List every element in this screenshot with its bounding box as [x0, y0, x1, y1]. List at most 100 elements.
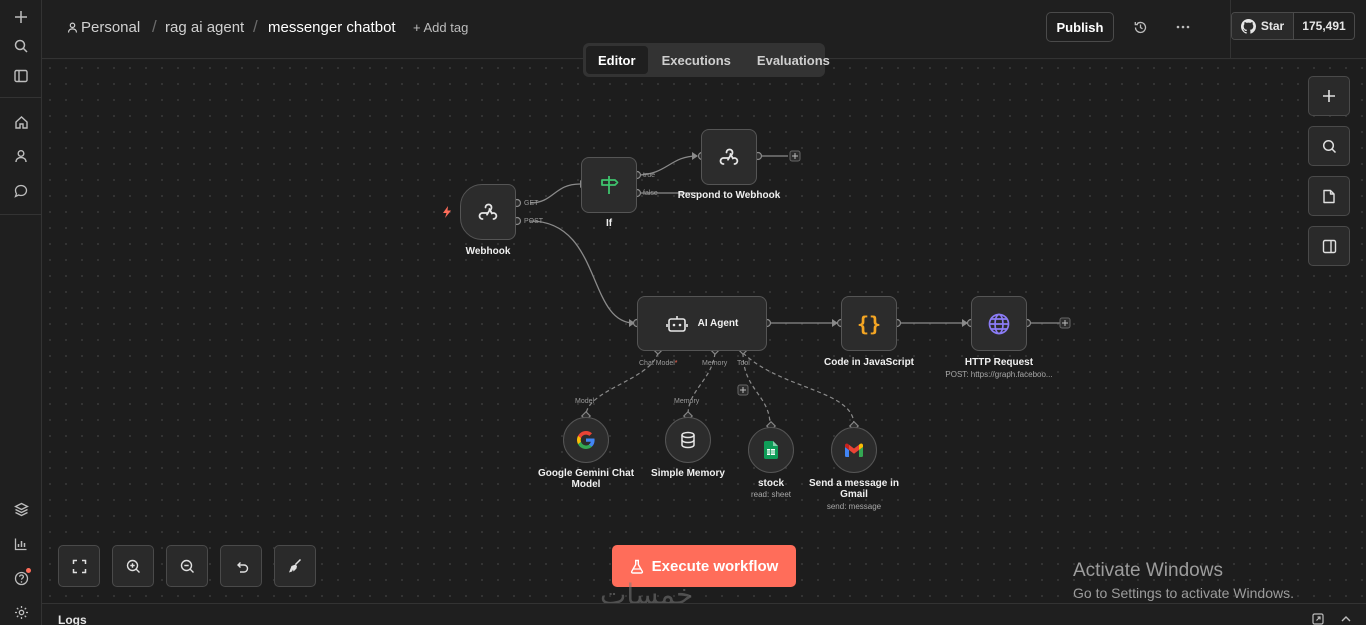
add-sticky-note-button[interactable]	[1308, 176, 1350, 216]
history-icon[interactable]	[1130, 17, 1150, 37]
add-tag-button[interactable]: + Add tag	[413, 20, 468, 35]
node-code-javascript[interactable]: {}	[841, 296, 897, 351]
user-icon[interactable]	[10, 145, 32, 167]
node-gmail-label: Send a message in Gmail	[808, 478, 900, 500]
node-ai-agent[interactable]: AI Agent	[637, 296, 767, 351]
insights-icon[interactable]	[10, 533, 32, 555]
node-http-request[interactable]	[971, 296, 1027, 351]
database-icon	[681, 431, 695, 449]
github-star-button[interactable]: Star	[1232, 13, 1294, 39]
breadcrumb-separator: /	[152, 17, 157, 36]
port-label-chat-model: Chat Model*	[639, 360, 678, 367]
view-tabs: Editor Executions Evaluations	[583, 43, 830, 77]
node-memory-label: Simple Memory	[651, 468, 725, 479]
node-gmail[interactable]	[831, 427, 877, 473]
zoom-out-button[interactable]	[166, 545, 208, 587]
divider	[0, 97, 42, 98]
node-http-label: HTTP Request	[964, 357, 1034, 368]
broom-icon	[289, 558, 302, 573]
signpost-icon	[601, 176, 619, 194]
zoom-in-button[interactable]	[112, 545, 154, 587]
sidebar-toggle-icon[interactable]	[10, 65, 32, 87]
home-icon[interactable]	[10, 111, 32, 133]
workflow-name[interactable]: messenger chatbot	[268, 19, 396, 36]
gmail-icon	[845, 443, 863, 457]
left-sidebar	[0, 0, 42, 625]
more-options-icon[interactable]	[1173, 17, 1193, 37]
publish-button[interactable]: Publish	[1046, 12, 1114, 42]
node-ai-agent-label: AI Agent	[697, 318, 739, 329]
zoom-out-icon	[180, 559, 194, 573]
port-label-model: Model	[575, 398, 595, 405]
add-node-button[interactable]	[1308, 76, 1350, 116]
chevron-up-icon[interactable]	[1340, 615, 1352, 623]
execute-workflow-label: Execute workflow	[651, 557, 779, 575]
trigger-bolt-icon	[443, 206, 451, 218]
fit-view-icon	[72, 559, 86, 573]
chat-icon[interactable]	[10, 180, 32, 202]
breadcrumb-label: Personal	[81, 19, 141, 36]
port-label-true: true	[643, 172, 656, 179]
node-webhook[interactable]	[460, 184, 516, 240]
breadcrumb-separator: /	[253, 17, 258, 36]
github-star-count: 175,491	[1302, 19, 1346, 33]
github-star-label: Star	[1260, 19, 1285, 33]
robot-icon	[665, 315, 688, 332]
node-respond-to-webhook[interactable]	[701, 129, 757, 185]
google-icon	[577, 431, 595, 449]
node-stock-sheets[interactable]	[748, 427, 794, 473]
port-label-get: GET	[524, 200, 539, 207]
globe-icon	[988, 313, 1010, 334]
node-simple-memory[interactable]	[665, 417, 711, 463]
port-label-memory: Memory	[702, 360, 728, 367]
node-if-label: If	[605, 218, 613, 229]
workflow-canvas[interactable]: Editor Executions Evaluations GET POST W…	[42, 43, 1366, 603]
node-respond-label: Respond to Webhook	[677, 190, 781, 201]
node-http-subtitle: POST: https://graph.faceboo...	[945, 370, 1053, 379]
github-star-widget[interactable]: Star 175,491	[1231, 12, 1355, 40]
sticky-note-icon	[1323, 189, 1335, 203]
activate-windows-subtitle: Go to Settings to activate Windows.	[1073, 585, 1294, 601]
logs-title: Logs	[58, 613, 87, 625]
activate-windows-title: Activate Windows	[1073, 560, 1223, 581]
node-webhook-label: Webhook	[465, 246, 511, 257]
panel-right-icon	[1322, 239, 1336, 253]
connection-webhook-post-agent	[529, 220, 635, 324]
tab-evaluations[interactable]: Evaluations	[745, 46, 842, 74]
search-icon[interactable]	[10, 35, 32, 57]
help-icon[interactable]	[10, 567, 32, 589]
breadcrumb-personal[interactable]: Personal	[67, 19, 140, 36]
layers-icon[interactable]	[10, 498, 32, 520]
breadcrumb-project[interactable]: rag ai agent	[165, 19, 244, 36]
node-code-label: Code in JavaScript	[823, 357, 915, 368]
undo-button[interactable]	[220, 545, 262, 587]
logs-panel[interactable]: Logs	[42, 603, 1366, 625]
divider	[0, 214, 42, 215]
code-braces-icon: {}	[856, 311, 882, 336]
node-if[interactable]	[581, 157, 637, 213]
webhook-icon	[478, 203, 498, 220]
tab-editor[interactable]: Editor	[586, 46, 648, 74]
github-icon	[1240, 18, 1256, 34]
fit-view-button[interactable]	[58, 545, 100, 587]
zoom-in-icon	[126, 559, 140, 573]
pop-out-icon[interactable]	[1312, 613, 1324, 625]
tab-executions[interactable]: Executions	[650, 46, 743, 74]
activate-windows-notice: Activate Windows Go to Settings to activ…	[1073, 560, 1294, 601]
search-nodes-button[interactable]	[1308, 126, 1350, 166]
notification-badge	[26, 568, 31, 573]
node-gmail-subtitle: send: message	[826, 502, 882, 511]
plus-icon	[1323, 90, 1335, 102]
tidy-up-button[interactable]	[274, 545, 316, 587]
port-label-memory-in: Memory	[674, 398, 700, 405]
settings-gear-icon[interactable]	[10, 601, 32, 623]
toggle-panel-button[interactable]	[1308, 226, 1350, 266]
node-google-gemini[interactable]	[563, 417, 609, 463]
plus-icon[interactable]	[10, 6, 32, 28]
google-sheets-icon	[764, 441, 778, 459]
flask-icon	[630, 559, 643, 574]
port-label-false: false	[643, 190, 658, 197]
undo-icon	[236, 561, 248, 573]
port-label-tool: Tool	[737, 360, 750, 367]
search-icon	[1322, 139, 1336, 153]
